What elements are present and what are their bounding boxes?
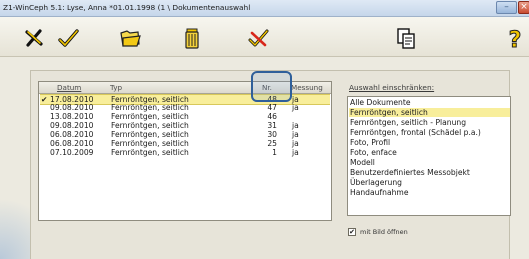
row-nr: 30: [267, 130, 277, 139]
row-type: Fernröntgen, seitlich: [111, 139, 189, 148]
cross-icon: [25, 29, 43, 47]
row-messung: ja: [292, 148, 299, 157]
checkmark-icon: [58, 29, 79, 47]
confirm-button[interactable]: [56, 26, 80, 50]
row-messung: ja: [292, 103, 299, 112]
svg-text:?: ?: [509, 28, 522, 50]
filter-label: Auswahl einschränken:: [349, 83, 435, 92]
title-bar: Z1-WinCeph 5.1: Lyse, Anna *01.01.1998 (…: [0, 0, 529, 17]
row-nr: 47: [267, 103, 277, 112]
filter-item[interactable]: Handaufnahme: [349, 188, 510, 197]
row-type: Fernröntgen, seitlich: [111, 130, 189, 139]
row-messung: ja: [292, 121, 299, 130]
close-button[interactable]: ×: [518, 1, 529, 14]
row-nr: 46: [267, 112, 277, 121]
row-date: 13.08.2010: [50, 112, 94, 121]
documents-table[interactable]: Datum Typ Nr. Messung ✔ 17.08.2010 Fernrön…: [38, 81, 332, 221]
row-messung: ja: [292, 139, 299, 148]
filter-item[interactable]: Fernröntgen, seitlich - Planung: [349, 118, 510, 127]
open-with-image-checkbox[interactable]: ✔: [348, 228, 356, 236]
column-header-datum[interactable]: Datum: [57, 83, 81, 92]
filter-item[interactable]: Überlagerung: [349, 178, 510, 187]
table-row[interactable]: 06.08.2010 Fernröntgen, seitlich 25 ja: [40, 139, 330, 148]
folder-open-icon: [120, 30, 141, 47]
copy-document-button[interactable]: [394, 26, 418, 50]
row-type: Fernröntgen, seitlich: [111, 112, 189, 121]
row-date: 06.08.2010: [50, 139, 94, 148]
help-icon: ?: [508, 28, 522, 51]
filter-item[interactable]: Benutzerdefiniertes Messobjekt: [349, 168, 510, 177]
row-nr: 1: [272, 148, 277, 157]
minimize-button[interactable]: –: [496, 1, 517, 14]
filter-item[interactable]: Foto, enface: [349, 148, 510, 157]
filter-item[interactable]: Modell: [349, 158, 510, 167]
filter-item[interactable]: Fernröntgen, frontal (Schädel p.a.): [349, 128, 510, 137]
row-type: Fernröntgen, seitlich: [111, 103, 189, 112]
row-date: 09.08.2010: [50, 121, 94, 130]
discard-measurement-button[interactable]: [246, 26, 270, 50]
row-date: 07.10.2009: [50, 148, 94, 157]
column-header-messung[interactable]: Messung: [291, 83, 323, 92]
filter-item[interactable]: Fernröntgen, seitlich: [349, 108, 510, 117]
table-row[interactable]: 13.08.2010 Fernröntgen, seitlich 46: [40, 112, 330, 121]
table-row[interactable]: 07.10.2009 Fernröntgen, seitlich 1 ja: [40, 148, 330, 157]
row-type: Fernröntgen, seitlich: [111, 121, 189, 130]
window-title: Z1-WinCeph 5.1: Lyse, Anna *01.01.1998 (…: [3, 3, 251, 12]
toolbar: ?: [0, 17, 529, 57]
table-row[interactable]: 06.08.2010 Fernröntgen, seitlich 30 ja: [40, 130, 330, 139]
table-row[interactable]: 09.08.2010 Fernröntgen, seitlich 47 ja: [40, 103, 330, 112]
row-type: Fernröntgen, seitlich: [111, 148, 189, 157]
delete-button[interactable]: [180, 26, 204, 50]
filter-item[interactable]: Foto, Profil: [349, 138, 510, 147]
row-nr: 25: [267, 139, 277, 148]
open-with-image-label: mit Bild öffnen: [360, 228, 408, 236]
document-copy-icon: [397, 28, 415, 49]
open-folder-button[interactable]: [118, 26, 142, 50]
row-date: 09.08.2010: [50, 103, 94, 112]
help-button[interactable]: ?: [503, 26, 527, 51]
no-checkmark-icon: [248, 29, 269, 47]
row-messung: ja: [292, 130, 299, 139]
row-date: 06.08.2010: [50, 130, 94, 139]
table-row[interactable]: 09.08.2010 Fernröntgen, seitlich 31 ja: [40, 121, 330, 130]
row-nr: 31: [267, 121, 277, 130]
nr-column-highlight: [251, 71, 292, 102]
filter-item[interactable]: Alle Dokumente: [349, 98, 510, 107]
trash-bin-icon: [185, 28, 199, 49]
cancel-button[interactable]: [22, 26, 46, 50]
filter-listbox[interactable]: Alle Dokumente Fernröntgen, seitlich Fernr…: [347, 96, 511, 216]
column-header-typ[interactable]: Typ: [110, 83, 122, 92]
